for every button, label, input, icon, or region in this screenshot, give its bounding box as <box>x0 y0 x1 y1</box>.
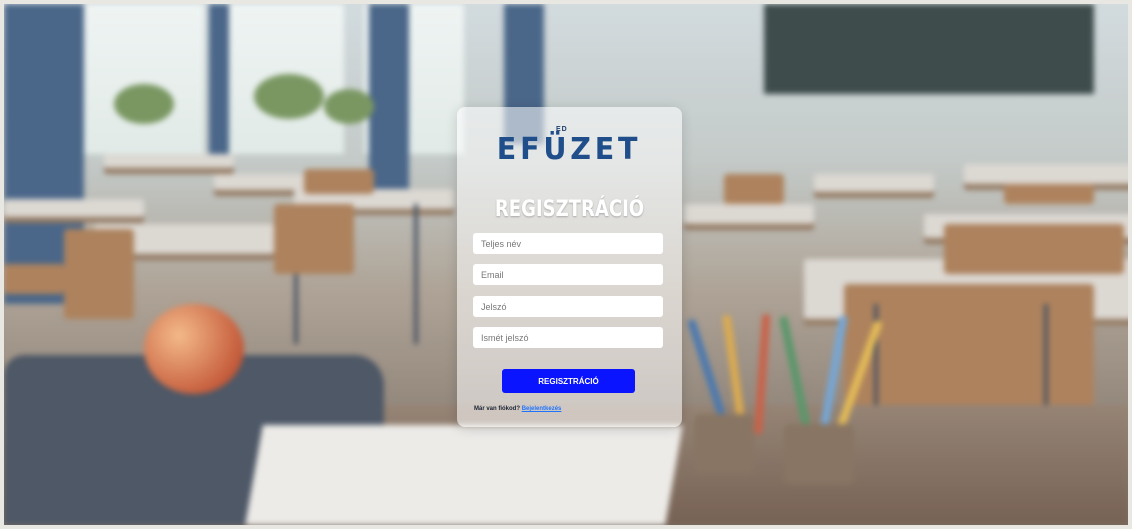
confirm-password-input[interactable] <box>473 327 663 348</box>
login-prompt: Már van fiókod? Bejelentkezés <box>474 406 561 412</box>
register-button[interactable]: REGISZTRÁCIÓ <box>502 369 635 393</box>
efuzet-logo: EFÜZET <box>457 129 682 165</box>
logo-text: EFÜZET <box>497 132 642 167</box>
login-prompt-text: Már van fiókod? <box>474 406 521 412</box>
login-link[interactable]: Bejelentkezés <box>522 406 562 412</box>
password-input[interactable] <box>473 296 663 317</box>
email-input[interactable] <box>473 264 663 285</box>
registration-card: ED EFÜZET REGISZTRÁCIÓ REGISZTRÁCIÓ Már … <box>457 107 682 427</box>
full-name-input[interactable] <box>473 233 663 254</box>
page-title: REGISZTRÁCIÓ <box>494 197 645 222</box>
